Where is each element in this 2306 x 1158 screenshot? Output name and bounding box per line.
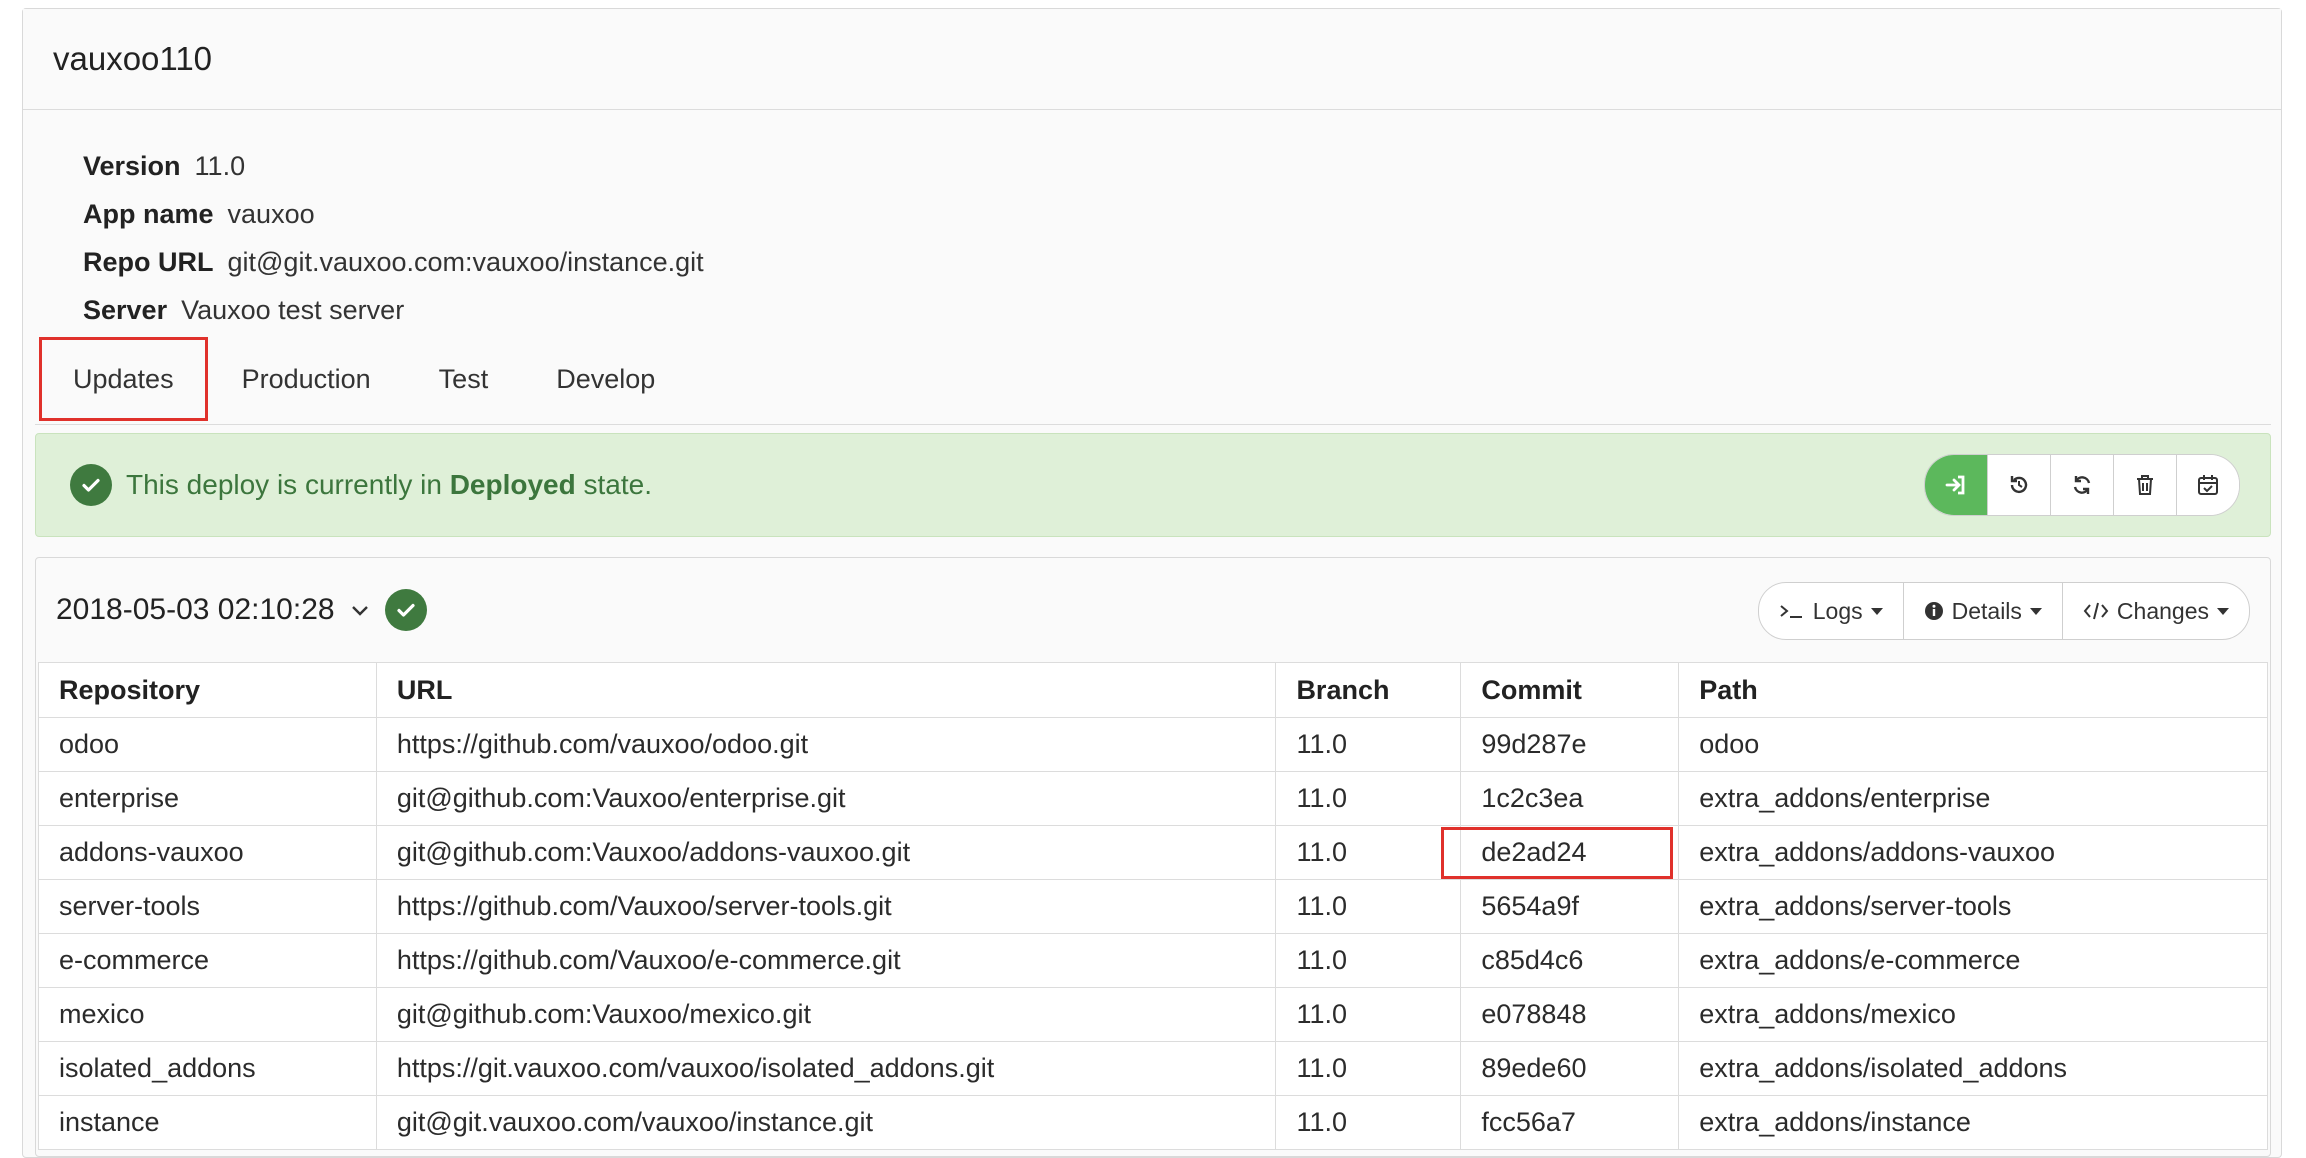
info-server: Server Vauxoo test server <box>83 295 405 325</box>
calendar-check-icon <box>2198 475 2218 495</box>
cell-repository: e-commerce <box>38 933 377 988</box>
info-app-name: App name vauxoo <box>83 199 315 229</box>
cell-repository: odoo <box>38 717 377 772</box>
history-icon <box>2010 476 2028 494</box>
sign-in-icon <box>1945 475 1965 495</box>
cell-path: extra_addons/enterprise <box>1678 771 2268 826</box>
alert-prefix: This deploy is currently in <box>126 469 442 500</box>
col-commit: Commit <box>1460 662 1680 718</box>
cell-repository: server-tools <box>38 879 377 934</box>
cell-url[interactable]: git@github.com:Vauxoo/addons-vauxoo.git <box>375 825 1277 880</box>
cell-path: extra_addons/addons-vauxoo <box>1678 825 2268 880</box>
cell-commit: e078848 <box>1460 987 1680 1042</box>
info-repo-url: Repo URL git@git.vauxoo.com:vauxoo/instan… <box>83 247 704 277</box>
cell-branch: 11.0 <box>1275 879 1462 934</box>
tab-test[interactable]: Test <box>405 337 523 421</box>
cell-commit: fcc56a7 <box>1460 1095 1680 1150</box>
app-info: Version 11.0 App name vauxoo Repo URL git@g… <box>83 142 704 334</box>
table-row: enterprise git@github.com:Vauxoo/enterpri… <box>38 771 2268 826</box>
cell-repository: mexico <box>38 987 377 1042</box>
cell-path: extra_addons/isolated_addons <box>1678 1041 2268 1096</box>
cell-path: extra_addons/e-commerce <box>1678 933 2268 988</box>
deploy-history-box: 2018-05-03 02:10:28 Logs Details Changes <box>35 557 2271 1157</box>
cell-repository: isolated_addons <box>38 1041 377 1096</box>
app-panel: vauxoo110 Version 11.0 App name vauxoo Rep… <box>22 8 2282 1158</box>
refresh-button[interactable] <box>2050 455 2113 515</box>
cell-path: extra_addons/server-tools <box>1678 879 2268 934</box>
tab-production[interactable]: Production <box>208 337 405 421</box>
cell-url[interactable]: git@github.com:Vauxoo/mexico.git <box>375 987 1277 1042</box>
cell-path: odoo <box>1678 717 2268 772</box>
cell-branch: 11.0 <box>1275 1095 1462 1150</box>
tab-bar: Updates Production Test Develop <box>35 334 2271 425</box>
refresh-icon <box>2073 476 2091 494</box>
cell-commit: c85d4c6 <box>1460 933 1680 988</box>
cell-branch: 11.0 <box>1275 771 1462 826</box>
table-row: instance git@git.vauxoo.com/vauxoo/instan… <box>38 1095 2268 1150</box>
deploy-status-alert: This deploy is currently in Deployed sta… <box>35 433 2271 537</box>
chevron-down-icon[interactable] <box>349 599 371 621</box>
cell-branch: 11.0 <box>1275 825 1462 880</box>
check-circle-icon <box>384 589 427 631</box>
cell-commit: 89ede60 <box>1460 1041 1680 1096</box>
col-url: URL <box>375 662 1277 718</box>
cell-branch: 11.0 <box>1275 717 1462 772</box>
cell-commit: 5654a9f <box>1460 879 1680 934</box>
cell-url[interactable]: https://github.com/Vauxoo/e-commerce.git <box>375 933 1277 988</box>
cell-url[interactable]: https://github.com/vauxoo/odoo.git <box>375 717 1277 772</box>
terminal-icon <box>1780 605 1802 618</box>
deploy-button[interactable] <box>1925 455 1987 515</box>
delete-button[interactable] <box>2113 455 2176 515</box>
deploy-dropdowns: Logs Details Changes <box>1757 582 2250 640</box>
alert-suffix: state. <box>583 469 652 500</box>
deploy-date: 2018-05-03 02:10:28 <box>56 593 335 626</box>
caret-down-icon <box>2029 607 2042 615</box>
cell-repository: instance <box>38 1095 377 1150</box>
code-icon <box>2083 602 2109 620</box>
changes-dropdown[interactable]: Changes <box>2061 583 2249 639</box>
cell-repository: enterprise <box>38 771 377 826</box>
cell-commit: 1c2c3ea <box>1460 771 1680 826</box>
info-version: Version 11.0 <box>83 151 246 181</box>
table-header-row: Repository URL Branch Commit Path <box>38 662 2268 718</box>
details-dropdown[interactable]: Details <box>1902 583 2062 639</box>
repositories-table: Repository URL Branch Commit Path odoo ht… <box>38 662 2268 1150</box>
cell-branch: 11.0 <box>1275 933 1462 988</box>
restart-button[interactable] <box>1987 455 2050 515</box>
col-path: Path <box>1678 662 2268 718</box>
caret-down-icon <box>1870 607 1883 615</box>
cell-url[interactable]: git@github.com:Vauxoo/enterprise.git <box>375 771 1277 826</box>
table-row: odoo https://github.com/vauxoo/odoo.git 11… <box>38 717 2268 772</box>
cell-url[interactable]: git@git.vauxoo.com/vauxoo/instance.git <box>375 1095 1277 1150</box>
cell-url[interactable]: https://github.com/Vauxoo/server-tools.g… <box>375 879 1277 934</box>
page-title: vauxoo110 <box>23 9 2281 110</box>
cell-commit: de2ad24 <box>1441 825 1680 880</box>
table-row: isolated_addons https://git.vauxoo.com/va… <box>38 1041 2268 1096</box>
cell-branch: 11.0 <box>1275 987 1462 1042</box>
alert-state: Deployed <box>449 469 576 500</box>
table-row: e-commerce https://github.com/Vauxoo/e-co… <box>38 933 2268 988</box>
col-repository: Repository <box>38 662 377 718</box>
tab-develop[interactable]: Develop <box>522 337 689 421</box>
cell-commit: 99d287e <box>1460 717 1680 772</box>
tab-updates[interactable]: Updates <box>39 337 208 421</box>
cell-path: extra_addons/mexico <box>1678 987 2268 1042</box>
caret-down-icon <box>2217 607 2229 615</box>
trash-icon <box>2137 475 2153 495</box>
logs-dropdown[interactable]: Logs <box>1759 583 1903 639</box>
cell-branch: 11.0 <box>1275 1041 1462 1096</box>
deploy-header: 2018-05-03 02:10:28 Logs Details Changes <box>36 558 2270 662</box>
info-circle-icon <box>1924 602 1943 620</box>
schedule-button[interactable] <box>2176 455 2239 515</box>
table-row: server-tools https://github.com/Vauxoo/se… <box>38 879 2268 934</box>
table-row: addons-vauxoo git@github.com:Vauxoo/addon… <box>38 825 2268 880</box>
cell-url[interactable]: https://git.vauxoo.com/vauxoo/isolated_a… <box>375 1041 1277 1096</box>
deploy-action-buttons <box>1924 454 2240 516</box>
cell-repository: addons-vauxoo <box>38 825 377 880</box>
check-circle-icon <box>70 464 112 506</box>
table-row: mexico git@github.com:Vauxoo/mexico.git 11… <box>38 987 2268 1042</box>
col-branch: Branch <box>1275 662 1462 718</box>
cell-path: extra_addons/instance <box>1678 1095 2268 1150</box>
